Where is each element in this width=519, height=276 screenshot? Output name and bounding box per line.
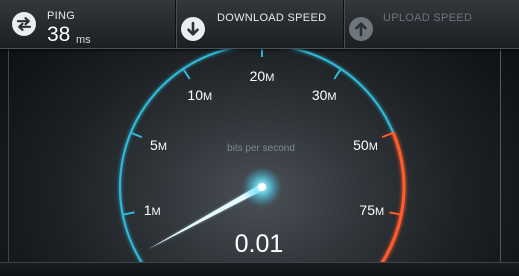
ping-panel: PING 38 ms bbox=[0, 0, 176, 48]
gauge-hub bbox=[258, 183, 266, 191]
ping-unit: ms bbox=[76, 34, 91, 46]
ping-value: 38 bbox=[47, 23, 71, 46]
gauge-scale-label-6: 50M bbox=[353, 137, 378, 153]
swap-arrows-icon bbox=[12, 12, 36, 36]
results-header: PING 38 ms DOWNLOAD SPEED UPLOAD SPEED bbox=[0, 0, 519, 49]
gauge-scale-label-7: 75M bbox=[359, 202, 384, 218]
download-label: DOWNLOAD SPEED bbox=[217, 12, 327, 24]
arrow-up-circle-icon bbox=[349, 17, 373, 41]
bottom-panel-edge bbox=[0, 262, 519, 276]
gauge-scale-label-1: 1M bbox=[144, 202, 161, 218]
gauge-scale-label-5: 30M bbox=[312, 87, 337, 103]
speedtest-app: 01M5M10M20M30M50M75M100M bits per second… bbox=[0, 0, 519, 276]
gauge-scale-label-2: 5M bbox=[150, 137, 167, 153]
gauge-tick-5 bbox=[333, 68, 342, 80]
current-speed-value: 0.01 bbox=[235, 230, 284, 258]
ping-label: PING bbox=[47, 10, 76, 22]
gauge-scale-label-4: 20M bbox=[250, 68, 275, 84]
gauge-tick-3 bbox=[182, 68, 191, 80]
unit-caption: bits per second bbox=[227, 143, 295, 154]
gauge-scale-label-3: 10M bbox=[187, 87, 212, 103]
upload-label: UPLOAD SPEED bbox=[383, 12, 473, 24]
arrow-down-circle-icon bbox=[181, 17, 205, 41]
